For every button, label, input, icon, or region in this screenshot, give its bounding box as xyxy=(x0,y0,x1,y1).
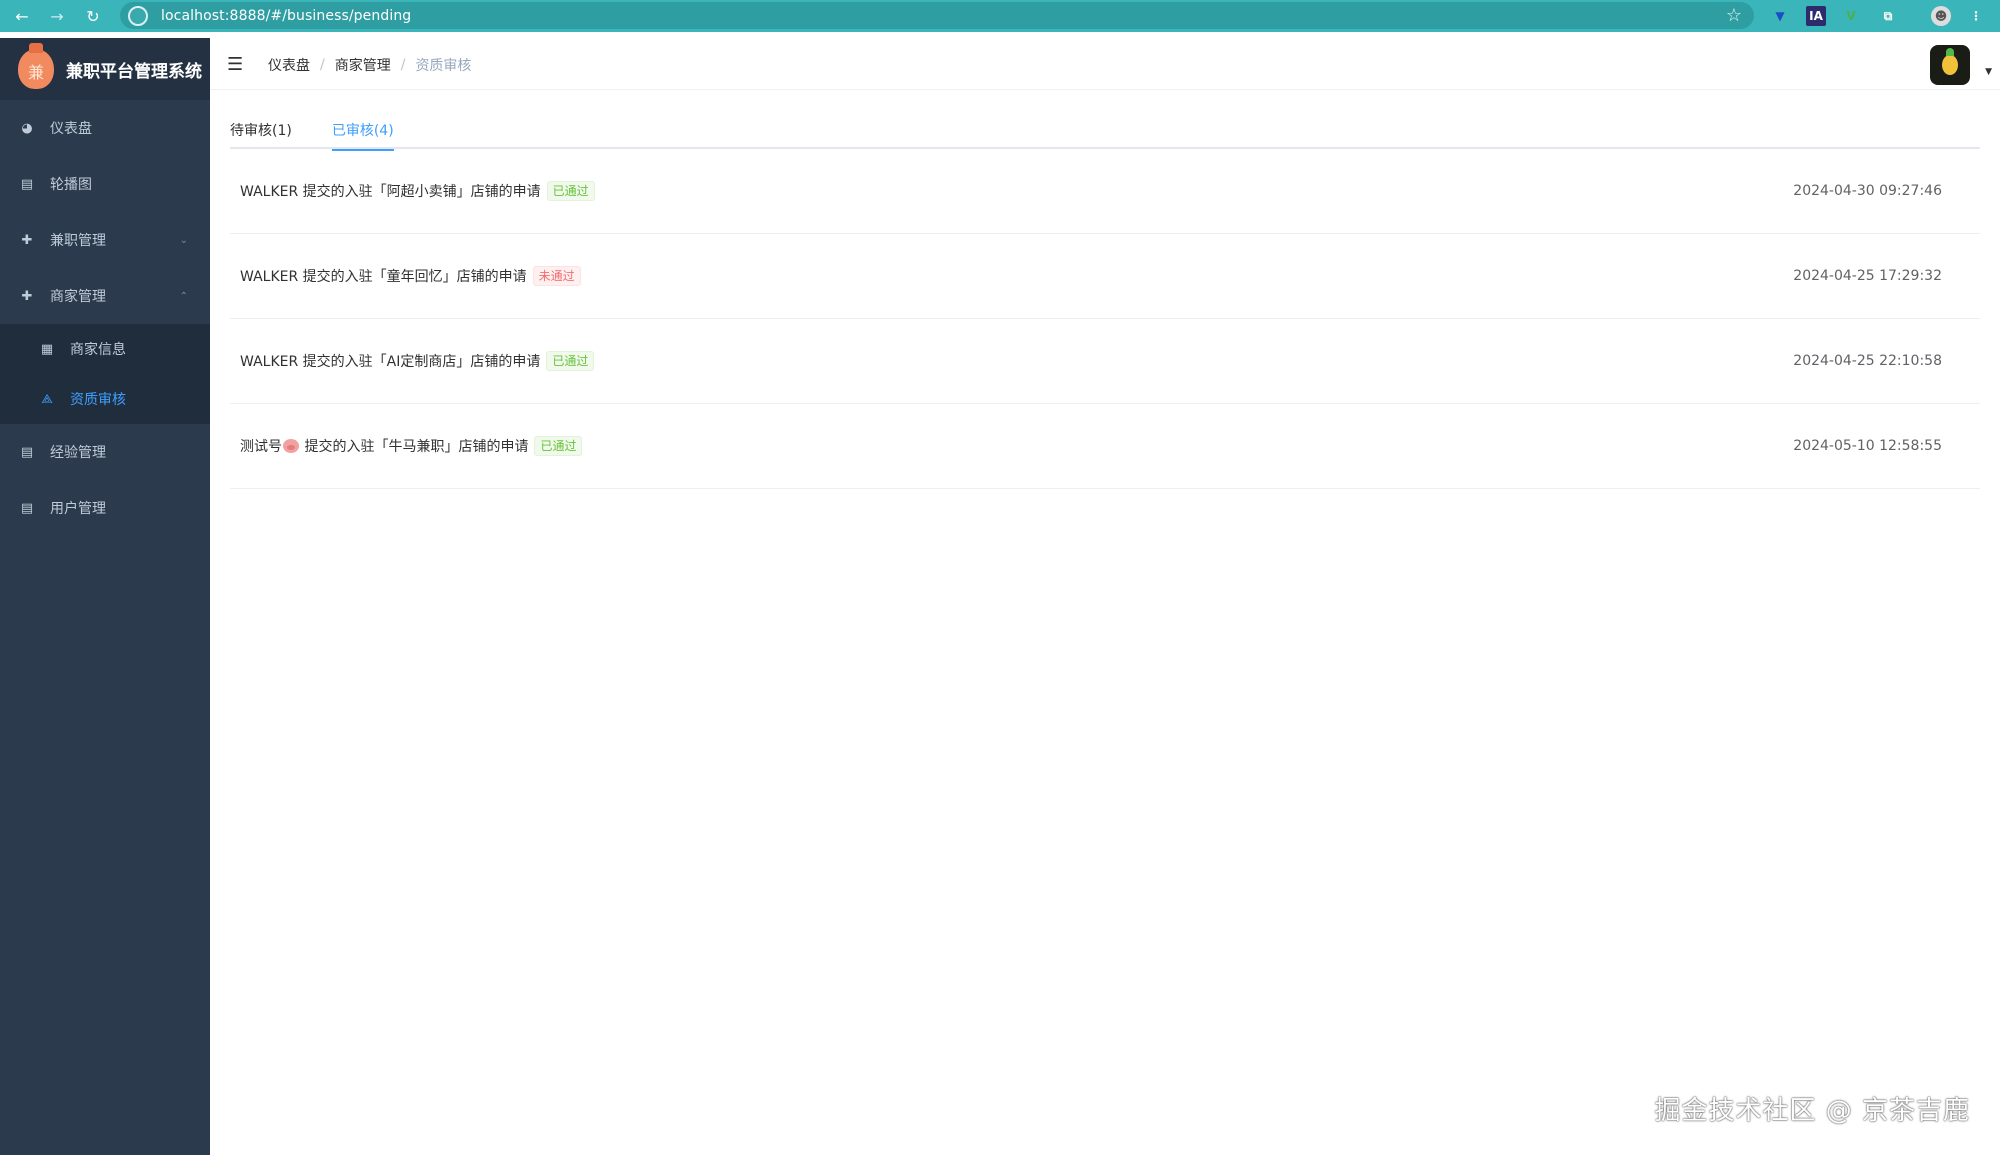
review-tabs: 待审核(1) 已审核(4) xyxy=(230,112,1980,151)
chevron-up-icon: ⌃ xyxy=(179,290,188,302)
status-badge: 未通过 xyxy=(532,266,581,286)
map-pin-icon[interactable]: ▼ xyxy=(1770,6,1790,26)
watermark: 掘金技术社区 @ 京茶吉鹿 xyxy=(1654,1096,1970,1126)
extension-ia-icon[interactable]: IA xyxy=(1806,6,1826,26)
sidebar-item-experience[interactable]: ▤ 经验管理 xyxy=(0,424,210,480)
main-content: 待审核(1) 已审核(4) WALKER 提交的入驻「阿超小卖铺」店铺的申请 已… xyxy=(230,112,1980,489)
application-time: 2024-04-30 09:27:46 xyxy=(1793,183,1942,199)
sidebar-subitem-label: 资质审核 xyxy=(70,392,126,408)
chevron-down-icon: ⌄ xyxy=(179,234,188,246)
avatar[interactable] xyxy=(1930,45,1970,85)
arrow-left-icon[interactable]: ← xyxy=(10,4,34,28)
puzzle-icon[interactable]: ⧉ xyxy=(1878,6,1898,26)
tree-icon: ⟁ xyxy=(41,391,53,407)
breadcrumb: 仪表盘 / 商家管理 / 资质审核 xyxy=(268,55,472,75)
sidebar-subitem-merchant-info[interactable]: ▦ 商家信息 xyxy=(0,324,210,374)
reload-icon[interactable]: ↻ xyxy=(81,4,105,28)
caret-down-icon[interactable]: ▼ xyxy=(1985,67,1992,77)
document-icon: ▤ xyxy=(20,176,34,192)
sidebar-item-parttime[interactable]: ✚ 兼职管理 ⌄ xyxy=(0,212,210,268)
dashboard-icon: ◕ xyxy=(21,120,33,136)
application-list: WALKER 提交的入驻「阿超小卖铺」店铺的申请 已通过 2024-04-30 … xyxy=(230,149,1980,489)
sidebar-item-carousel[interactable]: ▤ 轮播图 xyxy=(0,156,210,212)
url-text[interactable]: localhost:8888/#/business/pending xyxy=(161,8,411,24)
sidebar-item-label: 用户管理 xyxy=(50,501,106,517)
application-time: 2024-04-25 22:10:58 xyxy=(1793,353,1942,369)
application-time: 2024-04-25 17:29:32 xyxy=(1793,268,1942,284)
address-bar[interactable]: localhost:8888/#/business/pending ☆ xyxy=(120,2,1754,29)
application-time: 2024-05-10 12:58:55 xyxy=(1793,438,1942,454)
top-header: ☰ 仪表盘 / 商家管理 / 资质审核 ▼ xyxy=(210,38,2000,90)
sidebar-subitem-qualification-review[interactable]: ⟁ 资质审核 xyxy=(0,374,210,424)
kebab-menu-icon[interactable]: ⋮ xyxy=(1966,6,1986,26)
brand[interactable]: 兼 兼职平台管理系统 xyxy=(0,38,210,100)
sidebar-item-label: 商家管理 xyxy=(50,289,106,305)
list-item[interactable]: 测试号 提交的入驻「牛马兼职」店铺的申请 已通过 2024-05-10 12:5… xyxy=(230,404,1980,489)
brand-title: 兼职平台管理系统 xyxy=(66,61,202,82)
grid-icon: ▦ xyxy=(40,341,54,357)
list-item[interactable]: WALKER 提交的入驻「童年回忆」店铺的申请 未通过 2024-04-25 1… xyxy=(230,234,1980,319)
browser-toolbar: ← → ↻ localhost:8888/#/business/pending … xyxy=(0,0,2000,32)
application-title: WALKER 提交的入驻「阿超小卖铺」店铺的申请 xyxy=(240,184,541,200)
list-item[interactable]: WALKER 提交的入驻「阿超小卖铺」店铺的申请 已通过 2024-04-30 … xyxy=(230,149,1980,234)
application-title: 测试号 提交的入驻「牛马兼职」店铺的申请 xyxy=(240,439,529,455)
tab-pending[interactable]: 待审核(1) xyxy=(230,112,292,149)
breadcrumb-merchant[interactable]: 商家管理 xyxy=(335,55,391,75)
list-item[interactable]: WALKER 提交的入驻「AI定制商店」店铺的申请 已通过 2024-04-25… xyxy=(230,319,1980,404)
document-icon: ▤ xyxy=(20,500,34,516)
application-title: WALKER 提交的入驻「童年回忆」店铺的申请 xyxy=(240,269,527,285)
menu-toggle-icon[interactable]: ☰ xyxy=(227,54,243,75)
submenu-merchant: ▦ 商家信息 ⟁ 资质审核 xyxy=(0,324,210,424)
sidebar-item-dashboard[interactable]: ◕ 仪表盘 xyxy=(0,100,210,156)
breadcrumb-dashboard[interactable]: 仪表盘 xyxy=(268,55,310,75)
brand-logo-icon: 兼 xyxy=(18,43,54,89)
sidebar-item-users[interactable]: ▤ 用户管理 xyxy=(0,480,210,536)
profile-avatar-icon[interactable]: ☻ xyxy=(1931,6,1951,26)
document-icon: ▤ xyxy=(20,444,34,460)
breadcrumb-current: 资质审核 xyxy=(415,58,472,74)
status-badge: 已通过 xyxy=(546,181,595,201)
status-badge: 已通过 xyxy=(534,436,583,456)
sidebar-item-merchant[interactable]: ✚ 商家管理 ⌃ xyxy=(0,268,210,324)
extension-vue-icon[interactable]: V xyxy=(1841,6,1861,26)
sidebar-item-label: 轮播图 xyxy=(50,177,92,193)
sidebar-item-label: 经验管理 xyxy=(50,445,106,461)
plus-circle-icon: ✚ xyxy=(21,288,33,304)
sidebar: 兼 兼职平台管理系统 ◕ 仪表盘 ▤ 轮播图 ✚ 兼职管理 ⌄ ✚ 商家管理 ⌃… xyxy=(0,38,210,1155)
arrow-right-icon[interactable]: → xyxy=(45,4,69,28)
plus-circle-icon: ✚ xyxy=(21,232,33,248)
bookmark-star-icon[interactable]: ☆ xyxy=(1726,5,1742,26)
pineapple-icon xyxy=(1942,48,1958,75)
sidebar-item-label: 兼职管理 xyxy=(50,233,106,249)
tab-reviewed[interactable]: 已审核(4) xyxy=(331,112,394,151)
pig-icon xyxy=(283,439,299,453)
site-info-icon[interactable] xyxy=(128,5,148,26)
sidebar-item-label: 仪表盘 xyxy=(50,121,92,137)
status-badge: 已通过 xyxy=(546,351,595,371)
application-title: WALKER 提交的入驻「AI定制商店」店铺的申请 xyxy=(240,354,541,370)
sidebar-subitem-label: 商家信息 xyxy=(70,342,126,358)
